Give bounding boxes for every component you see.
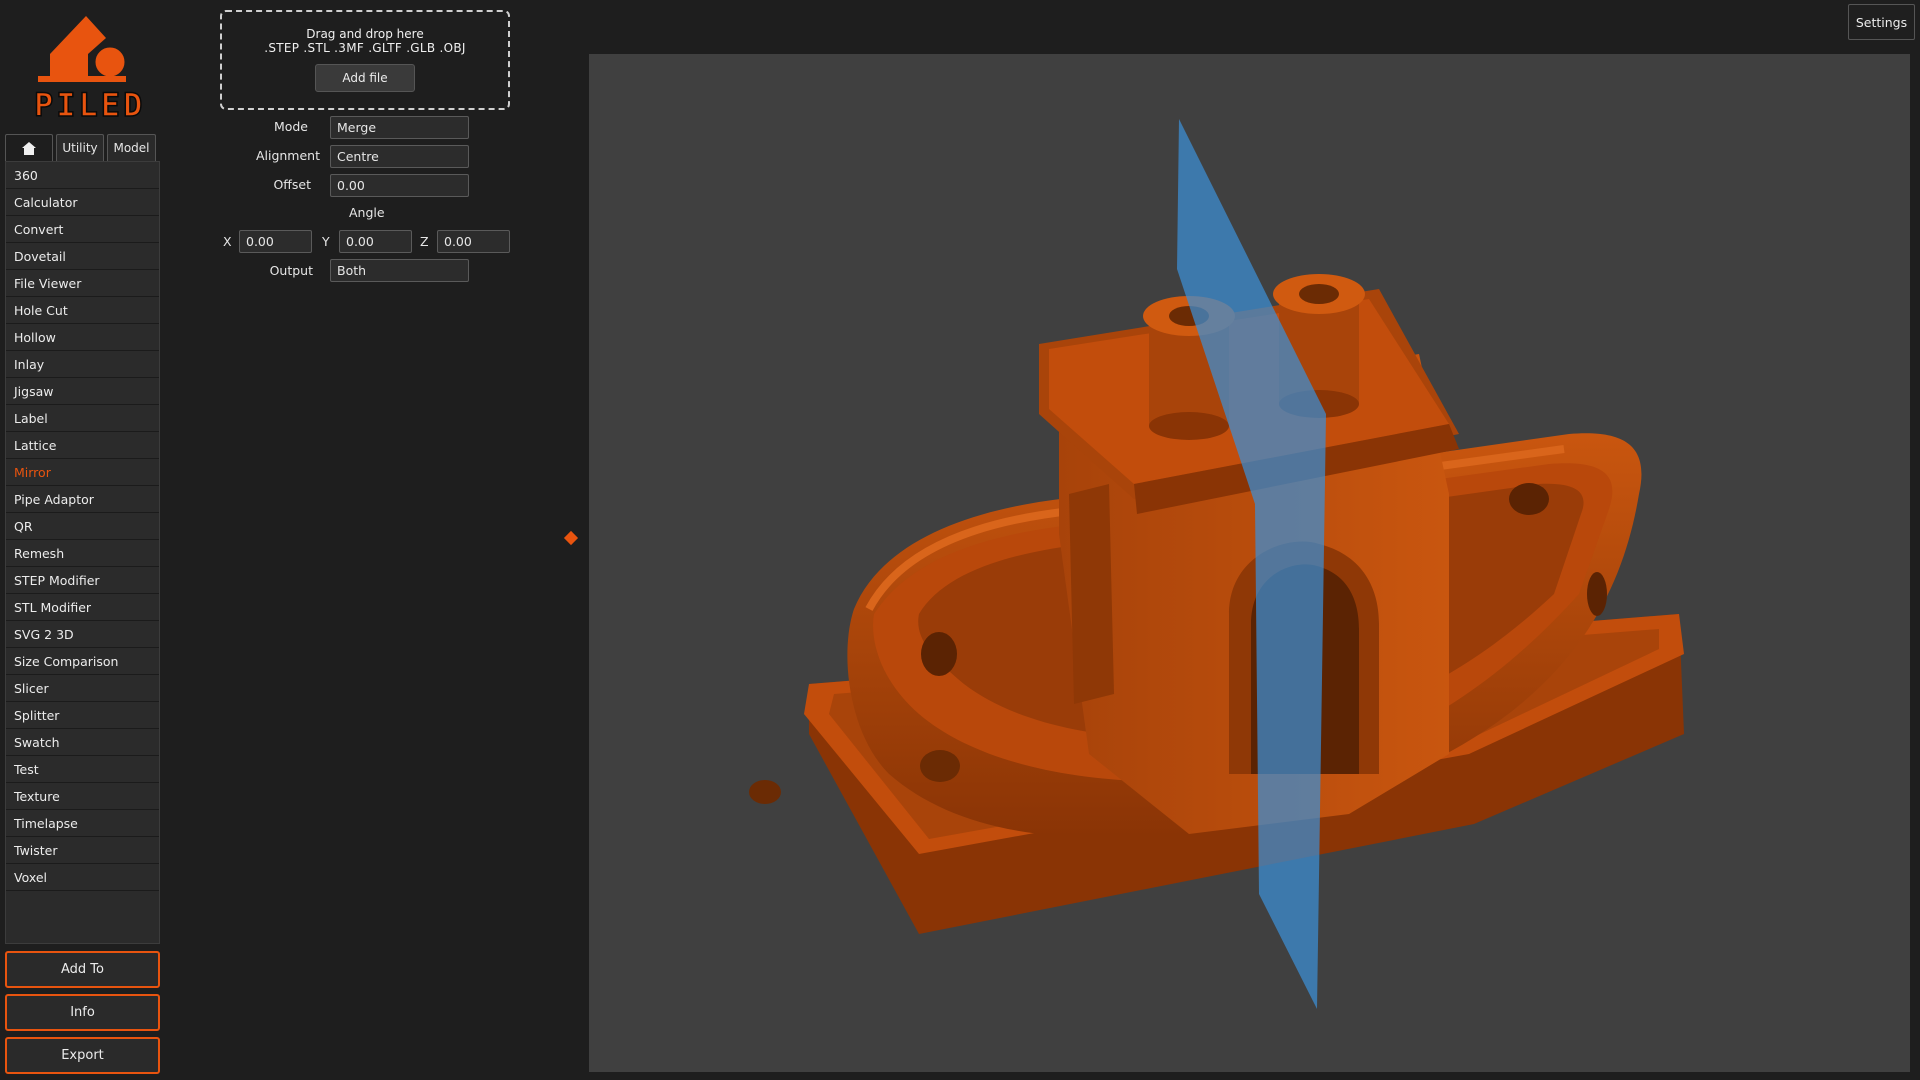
x-axis-label: X xyxy=(223,234,232,249)
tool-item-dovetail[interactable]: Dovetail xyxy=(6,243,159,270)
tool-item-label[interactable]: Label xyxy=(6,405,159,432)
tool-item-swatch[interactable]: Swatch xyxy=(6,729,159,756)
tool-item-svg-2-3d[interactable]: SVG 2 3D xyxy=(6,621,159,648)
info-button[interactable]: Info xyxy=(5,994,160,1031)
logo-text: PILED xyxy=(33,85,146,125)
angle-z-input[interactable]: 0.00 xyxy=(437,230,510,253)
tool-item-360[interactable]: 360 xyxy=(6,162,159,189)
tool-item-test[interactable]: Test xyxy=(6,756,159,783)
angle-y-input[interactable]: 0.00 xyxy=(339,230,412,253)
tool-item-hole-cut[interactable]: Hole Cut xyxy=(6,297,159,324)
add-to-button[interactable]: Add To xyxy=(5,951,160,988)
tool-item-hollow[interactable]: Hollow xyxy=(6,324,159,351)
output-label: Output xyxy=(269,263,313,278)
offset-input[interactable]: 0.00 xyxy=(330,174,469,197)
tool-item-qr[interactable]: QR xyxy=(6,513,159,540)
tool-item-inlay[interactable]: Inlay xyxy=(6,351,159,378)
tool-item-lattice[interactable]: Lattice xyxy=(6,432,159,459)
tool-item-calculator[interactable]: Calculator xyxy=(6,189,159,216)
tool-item-convert[interactable]: Convert xyxy=(6,216,159,243)
panel-collapse-handle[interactable] xyxy=(563,530,579,546)
mode-select[interactable]: Merge xyxy=(330,116,469,139)
export-button[interactable]: Export xyxy=(5,1037,160,1074)
offset-label: Offset xyxy=(273,177,311,192)
tool-item-slicer[interactable]: Slicer xyxy=(6,675,159,702)
model-render xyxy=(749,119,1684,1009)
tool-list[interactable]: 360 Calculator Convert Dovetail File Vie… xyxy=(5,161,160,944)
angle-x-input[interactable]: 0.00 xyxy=(239,230,312,253)
tab-model[interactable]: Model xyxy=(107,134,156,161)
tool-item-size-comparison[interactable]: Size Comparison xyxy=(6,648,159,675)
y-axis-label: Y xyxy=(322,234,330,249)
tool-item-texture[interactable]: Texture xyxy=(6,783,159,810)
angle-label: Angle xyxy=(349,205,385,220)
dropzone-instructions: Drag and drop here xyxy=(306,27,424,41)
tool-item-splitter[interactable]: Splitter xyxy=(6,702,159,729)
tool-item-pipe-adaptor[interactable]: Pipe Adaptor xyxy=(6,486,159,513)
tool-item-mirror[interactable]: Mirror xyxy=(6,459,159,486)
settings-button[interactable]: Settings xyxy=(1848,4,1915,40)
z-axis-label: Z xyxy=(420,234,429,249)
category-tabs: Utility Model xyxy=(5,134,156,161)
tool-item-stl-modifier[interactable]: STL Modifier xyxy=(6,594,159,621)
tool-item-step-modifier[interactable]: STEP Modifier xyxy=(6,567,159,594)
3d-viewport[interactable] xyxy=(589,54,1910,1072)
alignment-label: Alignment xyxy=(255,148,320,163)
add-file-button[interactable]: Add file xyxy=(315,64,415,92)
tool-item-voxel[interactable]: Voxel xyxy=(6,864,159,891)
dropzone-formats: .STEP .STL .3MF .GLTF .GLB .OBJ xyxy=(264,41,466,55)
tool-item-jigsaw[interactable]: Jigsaw xyxy=(6,378,159,405)
alignment-select[interactable]: Centre xyxy=(330,145,469,168)
tab-home[interactable] xyxy=(5,134,53,161)
mode-label: Mode xyxy=(273,119,308,134)
tool-item-file-viewer[interactable]: File Viewer xyxy=(6,270,159,297)
tab-utility[interactable]: Utility xyxy=(56,134,104,161)
output-select[interactable]: Both xyxy=(330,259,469,282)
tool-item-remesh[interactable]: Remesh xyxy=(6,540,159,567)
app-logo: PILED xyxy=(26,14,143,125)
file-dropzone[interactable]: Drag and drop here .STEP .STL .3MF .GLTF… xyxy=(220,10,510,110)
tool-item-twister[interactable]: Twister xyxy=(6,837,159,864)
home-icon xyxy=(22,141,36,155)
tool-item-timelapse[interactable]: Timelapse xyxy=(6,810,159,837)
